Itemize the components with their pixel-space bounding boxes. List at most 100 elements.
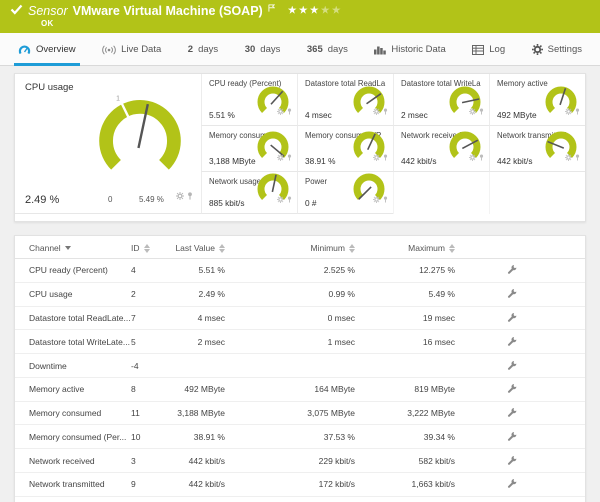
channel-settings-wrench-icon[interactable] — [507, 360, 517, 370]
pin-icon[interactable] — [383, 190, 388, 208]
channel-settings-wrench-icon[interactable] — [507, 288, 517, 298]
minimum-cell: 401 kbit/s — [237, 496, 367, 502]
pin-icon[interactable] — [575, 102, 580, 120]
channel-settings-wrench-icon[interactable] — [507, 407, 517, 417]
table-row: Network received 3 442 kbit/s 229 kbit/s… — [15, 449, 585, 473]
empty-gauge-cell — [489, 172, 585, 214]
tab-historic-data[interactable]: Historic Data — [370, 33, 449, 66]
star-icon[interactable] — [288, 6, 297, 15]
star-icon[interactable] — [321, 6, 330, 15]
maximum-cell: 39.34 % — [367, 425, 467, 449]
channel-cell[interactable]: Memory consumed (Per... — [15, 425, 131, 449]
pin-icon[interactable] — [187, 187, 193, 205]
maximum-cell: 1,663 kbit/s — [367, 473, 467, 497]
channels-table: Channel ID Last Value Minimum Maximum CP… — [15, 236, 585, 502]
pin-icon[interactable] — [479, 102, 484, 120]
id-cell: 7 — [131, 306, 175, 330]
minimum-cell: 37.53 % — [237, 425, 367, 449]
tab-2-days[interactable]: 2days — [184, 33, 222, 66]
gear-icon[interactable] — [176, 187, 184, 205]
channel-cell[interactable]: Downtime — [15, 354, 131, 378]
id-cell: 10 — [131, 425, 175, 449]
pin-icon[interactable] — [287, 190, 292, 208]
star-icon[interactable] — [310, 6, 319, 15]
pin-icon[interactable] — [287, 148, 292, 166]
id-cell: 2 — [131, 282, 175, 306]
gear-icon[interactable] — [277, 102, 284, 120]
priority-rating[interactable] — [288, 6, 341, 15]
gauge-scale-min: 0 — [108, 195, 112, 204]
channel-cell[interactable]: CPU usage — [15, 282, 131, 306]
table-row: CPU ready (Percent) 4 5.51 % 2.525 % 12.… — [15, 259, 585, 283]
pin-icon[interactable] — [383, 102, 388, 120]
historic-data-icon — [374, 45, 386, 55]
maximum-cell: 3,222 MByte — [367, 401, 467, 425]
channel-settings-wrench-icon[interactable] — [507, 455, 517, 465]
gauge-value: 5.51 % — [209, 110, 235, 120]
gear-icon[interactable] — [373, 190, 380, 208]
column-header-last-value[interactable]: Last Value — [175, 236, 237, 259]
column-header-maximum[interactable]: Maximum — [367, 236, 467, 259]
gear-icon[interactable] — [469, 102, 476, 120]
gauge-value: 4 msec — [305, 110, 332, 120]
id-cell: 4 — [131, 259, 175, 283]
tab-365-days[interactable]: 365days — [303, 33, 352, 66]
channel-settings-wrench-icon[interactable] — [507, 312, 517, 322]
last-value-cell: 2.49 % — [175, 282, 237, 306]
pin-icon[interactable] — [479, 148, 484, 166]
id-cell: 8 — [131, 377, 175, 401]
maximum-cell: 19 msec — [367, 306, 467, 330]
gear-icon[interactable] — [565, 102, 572, 120]
channel-cell[interactable]: CPU ready (Percent) — [15, 259, 131, 283]
tab-live-data[interactable]: Live Data — [98, 33, 165, 66]
gear-icon[interactable] — [373, 148, 380, 166]
tab-30-days[interactable]: 30days — [241, 33, 285, 66]
id-cell: 9 — [131, 473, 175, 497]
tab-settings[interactable]: Settings — [528, 33, 586, 66]
tab-overview[interactable]: Overview — [14, 33, 80, 66]
channel-settings-wrench-icon[interactable] — [507, 431, 517, 441]
flag-icon[interactable] — [268, 1, 275, 16]
gauge-cell: Datastore total ReadLa 4 msec — [297, 74, 393, 126]
column-header-channel[interactable]: Channel — [15, 236, 131, 259]
id-cell: -4 — [131, 354, 175, 378]
column-header-minimum[interactable]: Minimum — [237, 236, 367, 259]
pin-icon[interactable] — [287, 102, 292, 120]
minimum-cell: 0 msec — [237, 306, 367, 330]
channel-cell[interactable]: Datastore total WriteLate... — [15, 330, 131, 354]
minimum-cell: 172 kbit/s — [237, 473, 367, 497]
tab-log[interactable]: Log — [468, 33, 509, 66]
gear-icon[interactable] — [469, 148, 476, 166]
star-icon[interactable] — [299, 6, 308, 15]
channel-cell[interactable]: Network received — [15, 449, 131, 473]
channel-settings-wrench-icon[interactable] — [507, 264, 517, 274]
gear-icon[interactable] — [373, 102, 380, 120]
channel-cell[interactable]: Datastore total ReadLate... — [15, 306, 131, 330]
channel-cell[interactable]: Network transmitted — [15, 473, 131, 497]
column-header-id[interactable]: ID — [131, 236, 175, 259]
channel-cell[interactable]: Network usage — [15, 496, 131, 502]
log-icon — [472, 45, 484, 55]
star-icon[interactable] — [332, 6, 341, 15]
pin-icon[interactable] — [575, 148, 580, 166]
gear-icon[interactable] — [277, 148, 284, 166]
gear-icon[interactable] — [277, 190, 284, 208]
table-row: Memory consumed 11 3,188 MByte 3,075 MBy… — [15, 401, 585, 425]
gauge-value: 492 MByte — [497, 110, 537, 120]
table-row: CPU usage 2 2.49 % 0.99 % 5.49 % — [15, 282, 585, 306]
gauge-cell: Network received 442 kbit/s — [393, 126, 489, 172]
sort-desc-icon — [65, 246, 71, 250]
sort-icon — [144, 244, 150, 248]
channel-settings-wrench-icon[interactable] — [507, 478, 517, 488]
gear-icon[interactable] — [565, 148, 572, 166]
channel-cell[interactable]: Memory consumed — [15, 401, 131, 425]
channel-settings-wrench-icon[interactable] — [507, 383, 517, 393]
pin-icon[interactable] — [383, 148, 388, 166]
channel-cell[interactable]: Memory active — [15, 377, 131, 401]
channel-settings-wrench-icon[interactable] — [507, 336, 517, 346]
gauge-value: 38.91 % — [305, 156, 335, 166]
last-value-cell: 492 MByte — [175, 377, 237, 401]
gauge-cell: Memory consumed (P 38.91 % — [297, 126, 393, 172]
id-cell: 3 — [131, 449, 175, 473]
gauge-label: CPU usage — [25, 82, 74, 93]
